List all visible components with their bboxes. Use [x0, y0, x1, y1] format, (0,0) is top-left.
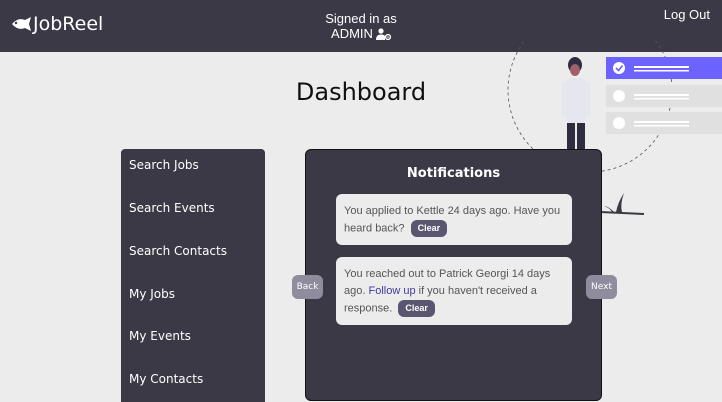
username: ADMIN	[331, 26, 373, 41]
signed-in-label: Signed in as	[325, 11, 397, 26]
username-line: ADMIN	[300, 26, 422, 41]
clear-button[interactable]: Clear	[410, 220, 448, 237]
notification-text: You applied to Kettle 24 days ago. Have …	[344, 205, 561, 235]
sidebar-item-search-events[interactable]: Search Events	[129, 201, 215, 215]
sidebar-item-my-events[interactable]: My Events	[129, 329, 191, 343]
notifications-title: Notifications	[406, 166, 501, 181]
sidebar: Search Jobs Search Events Search Contact…	[121, 149, 265, 402]
notification-card: You applied to Kettle 24 days ago. Have …	[336, 194, 572, 246]
notifications-panel: Notifications You applied to Kettle 24 d…	[305, 149, 602, 401]
next-button[interactable]: Next	[586, 275, 617, 299]
notification-card: You reached out to Patrick Georgi 14 day…	[336, 257, 572, 326]
back-button[interactable]: Back	[292, 275, 323, 299]
logo-text: JobReel	[33, 13, 104, 35]
signed-in-status: Signed in as ADMIN	[300, 11, 422, 41]
logout-button[interactable]: Log Out	[664, 7, 710, 22]
fish-icon	[12, 17, 31, 31]
sidebar-item-search-jobs[interactable]: Search Jobs	[129, 158, 199, 172]
clear-button[interactable]: Clear	[398, 300, 435, 317]
sidebar-item-my-jobs[interactable]: My Jobs	[129, 287, 175, 301]
sidebar-item-my-contacts[interactable]: My Contacts	[129, 372, 203, 386]
logo[interactable]: JobReel	[11, 13, 103, 35]
follow-up-link[interactable]: Follow up	[368, 285, 415, 297]
user-gear-icon	[375, 27, 391, 40]
sidebar-item-search-contacts[interactable]: Search Contacts	[129, 244, 227, 258]
